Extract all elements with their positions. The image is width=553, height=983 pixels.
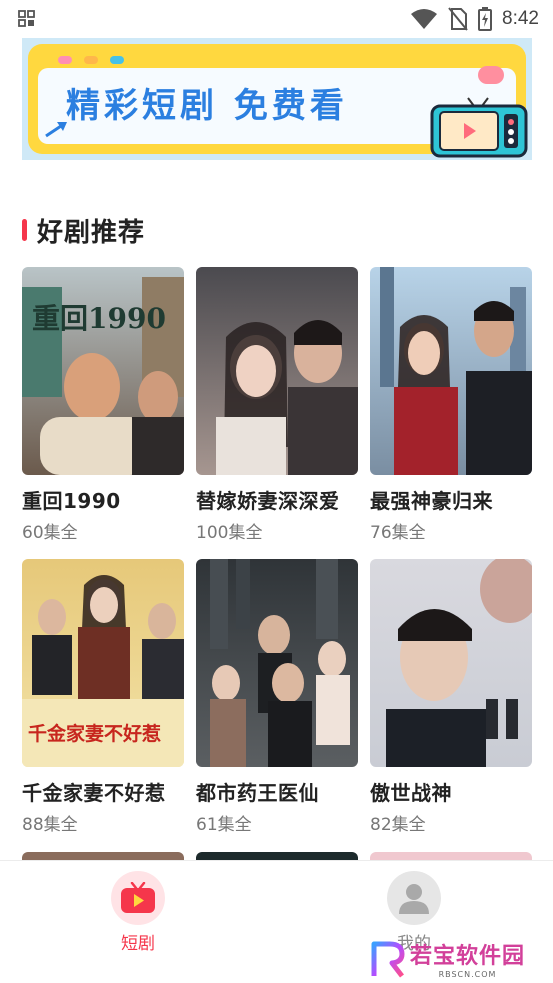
poster-art: [196, 559, 358, 767]
drama-title: 最强神豪归来: [370, 489, 493, 513]
poster-title: 千金家妻不好惹: [28, 723, 162, 745]
section-title: 好剧推荐: [37, 217, 146, 248]
episode-count: 60集全: [22, 523, 78, 543]
section-header: 好剧推荐: [22, 210, 145, 250]
drama-card[interactable]: 千金家妻不好惹 千金家妻不好惹 88集全: [22, 559, 184, 835]
episode-count: 76集全: [370, 523, 426, 543]
banner-text: 精彩短剧 免费看: [66, 86, 348, 126]
app-grid-icon: [18, 10, 35, 27]
episode-count: 88集全: [22, 815, 78, 835]
drama-poster: 千金家妻不好惹: [22, 559, 184, 767]
drama-poster: 重回1990: [22, 267, 184, 475]
episode-count: 100集全: [196, 523, 263, 543]
section-accent-bar: [22, 219, 27, 241]
poster-art: [196, 267, 358, 475]
watermark-logo-icon: [371, 941, 405, 978]
episode-count: 61集全: [196, 815, 252, 835]
banner-dot: [58, 56, 72, 64]
tv-play-icon: [121, 882, 155, 913]
drama-card[interactable]: 都市药王医仙 61集全: [196, 559, 358, 835]
wifi-icon: [411, 9, 438, 29]
drama-card[interactable]: 傲世战神 82集全: [370, 559, 532, 835]
drama-title: 千金家妻不好惹: [22, 781, 166, 805]
episode-count: 82集全: [370, 815, 426, 835]
drama-title: 替嫁娇妻深深爱: [196, 489, 340, 513]
status-bar: 8:42: [0, 0, 553, 38]
watermark-text: 若宝软件园: [410, 944, 526, 969]
profile-icon: [399, 884, 429, 914]
drama-poster: [370, 559, 532, 767]
site-watermark: 若宝软件园 RBSCN.COM: [370, 938, 525, 979]
tab-drama[interactable]: 短剧: [83, 871, 193, 954]
drama-card[interactable]: 重回1990 重回1990 60集全: [22, 267, 184, 543]
banner-pill: [478, 66, 504, 84]
drama-card[interactable]: 替嫁娇妻深深爱 100集全: [196, 267, 358, 543]
no-sim-icon: [448, 7, 468, 31]
drama-poster: [196, 559, 358, 767]
drama-poster: [370, 267, 532, 475]
cursor-arrow-icon: [45, 122, 67, 138]
tv-icon: [430, 97, 528, 158]
battery-charging-icon: [478, 7, 493, 31]
tab-mine-icon-bg: [387, 871, 441, 925]
poster-art: [370, 559, 532, 767]
watermark-subtext: RBSCN.COM: [438, 970, 497, 979]
drama-title: 傲世战神: [370, 781, 452, 805]
promo-banner[interactable]: 精彩短剧 免费看: [22, 38, 532, 160]
tab-drama-icon-bg: [111, 871, 165, 925]
poster-title: 重回1990: [32, 302, 166, 335]
drama-poster: [196, 267, 358, 475]
status-time: 8:42: [502, 8, 539, 29]
tab-drama-label: 短剧: [121, 934, 155, 954]
banner-dot: [110, 56, 124, 64]
drama-card[interactable]: 最强神豪归来 76集全: [370, 267, 532, 543]
poster-art: [370, 267, 532, 475]
drama-title: 都市药王医仙: [196, 781, 319, 805]
drama-title: 重回1990: [22, 489, 121, 513]
banner-dot: [84, 56, 98, 64]
